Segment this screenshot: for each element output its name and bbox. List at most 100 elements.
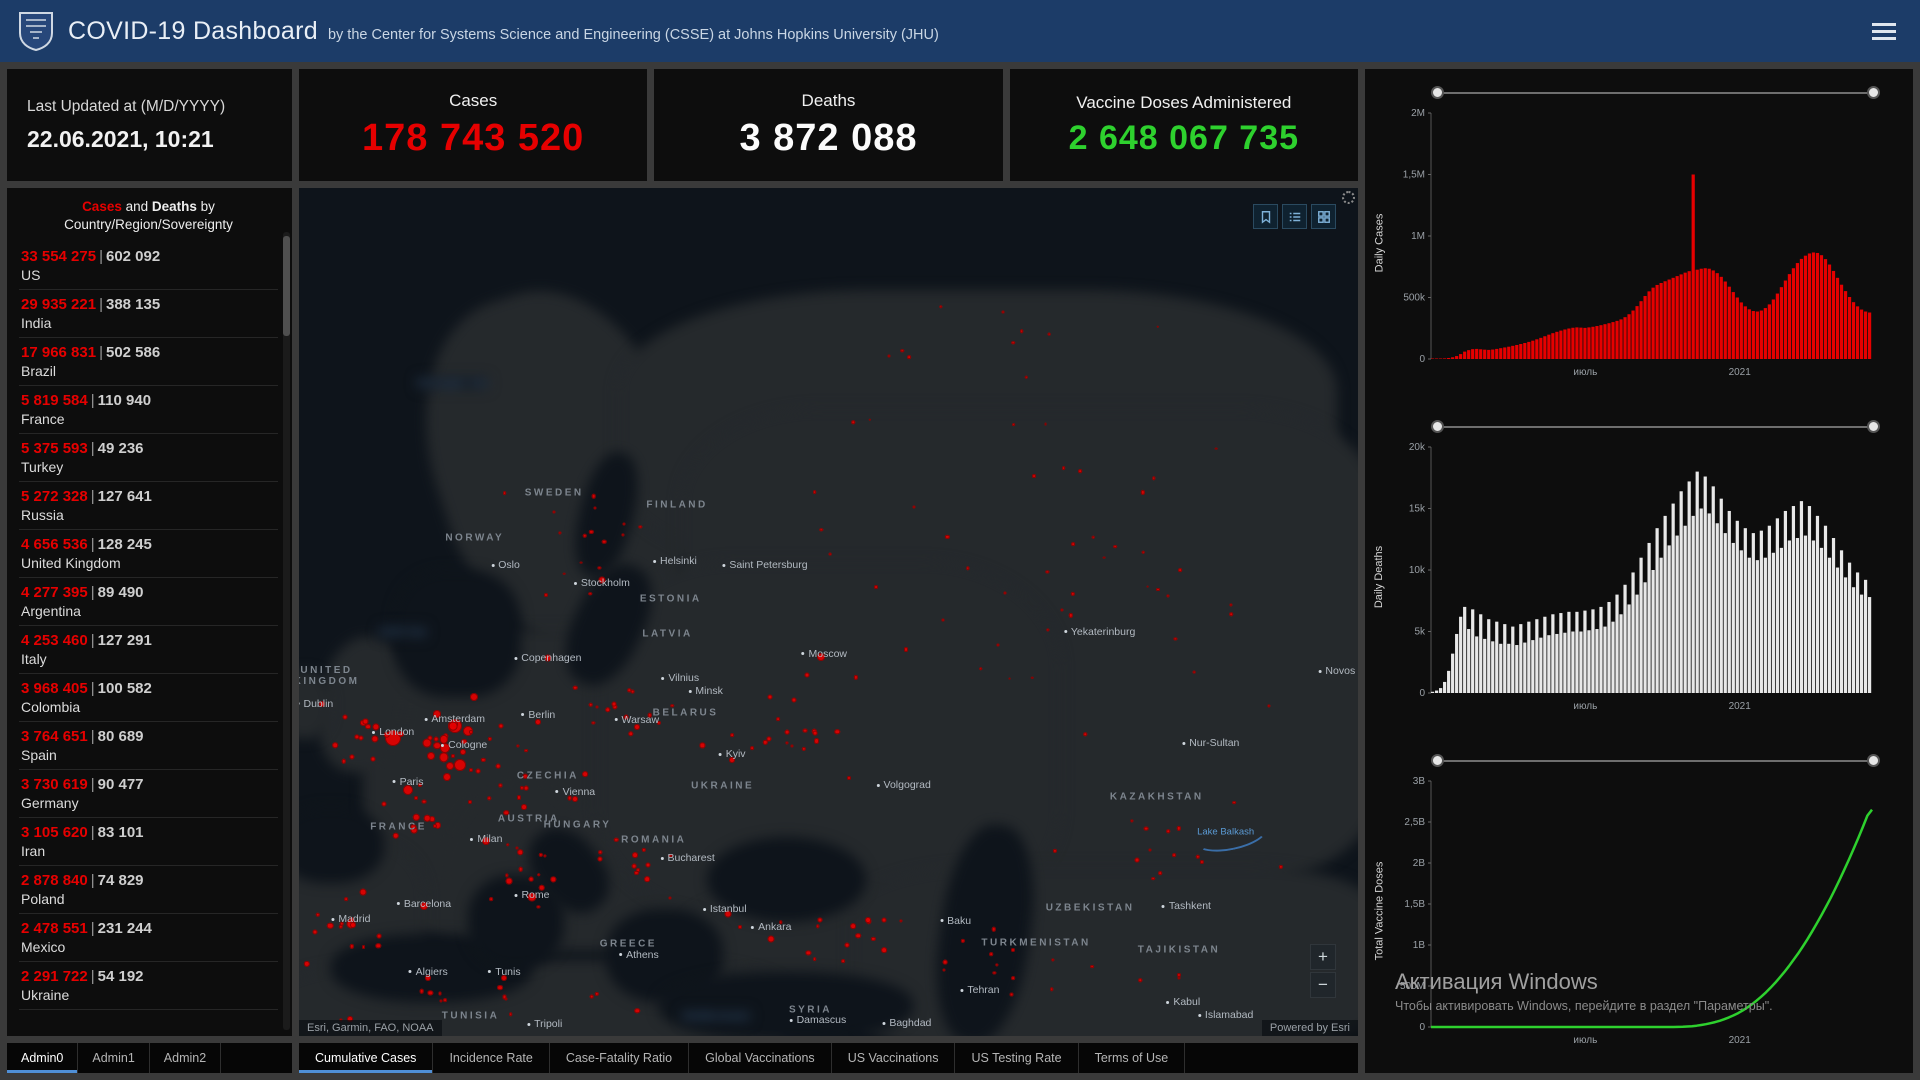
case-cluster-dot[interactable] [647,713,653,718]
case-cluster-dot[interactable] [453,758,466,771]
case-cluster-dot[interactable] [544,654,552,662]
case-cluster-dot[interactable] [417,783,422,788]
case-cluster-dot[interactable] [327,922,334,929]
bookmark-icon[interactable] [1253,204,1278,229]
case-cluster-dot[interactable] [1134,857,1140,863]
case-cluster-dot[interactable] [589,994,594,1000]
case-cluster-dot[interactable] [1060,607,1064,612]
case-cluster-dot[interactable] [341,758,347,764]
case-cluster-dot[interactable] [538,884,545,891]
sidebar-tab-admin1[interactable]: Admin1 [78,1043,150,1073]
case-cluster-dot[interactable] [630,689,635,694]
case-cluster-dot[interactable] [804,672,810,678]
case-cluster-dot[interactable] [438,991,442,995]
case-cluster-dot[interactable] [582,771,588,778]
case-cluster-dot[interactable] [828,552,832,556]
case-cluster-dot[interactable] [813,730,818,736]
case-cluster-dot[interactable] [1229,612,1233,617]
country-row-spain[interactable]: 3 764 651 | 80 689 Spain [19,722,278,771]
case-cluster-dot[interactable] [448,721,458,731]
case-cluster-dot[interactable] [516,744,520,748]
case-cluster-dot[interactable] [375,942,381,949]
case-cluster-dot[interactable] [443,997,448,1002]
case-cluster-dot[interactable] [942,959,948,965]
case-cluster-dot[interactable] [370,756,376,762]
case-cluster-dot[interactable] [802,728,808,734]
case-cluster-dot[interactable] [1031,473,1036,478]
case-cluster-dot[interactable] [1143,826,1149,832]
case-cluster-dot[interactable] [535,719,542,726]
case-cluster-dot[interactable] [588,702,594,708]
case-cluster-dot[interactable] [847,775,852,780]
case-cluster-dot[interactable] [992,971,996,975]
total-vaccine-doses-time-slider[interactable] [1431,751,1880,771]
case-cluster-dot[interactable] [1146,585,1150,589]
case-cluster-dot[interactable] [445,762,454,771]
country-row-ukraine[interactable]: 2 291 722 | 54 192 Ukraine [19,962,278,1011]
case-cluster-dot[interactable] [502,491,507,496]
case-cluster-dot[interactable] [1200,859,1205,864]
case-cluster-dot[interactable] [851,420,855,424]
case-cluster-dot[interactable] [1156,587,1161,592]
map-tab-cumulative-cases[interactable]: Cumulative Cases [299,1043,434,1073]
case-cluster-dot[interactable] [1232,800,1237,805]
case-cluster-dot[interactable] [1192,670,1196,674]
case-cluster-dot[interactable] [912,505,916,509]
case-cluster-dot[interactable] [1011,422,1016,427]
case-cluster-dot[interactable] [656,721,661,726]
case-cluster-dot[interactable] [1049,987,1054,991]
case-cluster-dot[interactable] [397,731,404,738]
case-cluster-dot[interactable] [791,696,797,703]
case-cluster-dot[interactable] [1011,976,1016,981]
case-cluster-dot[interactable] [381,801,387,807]
case-cluster-dot[interactable] [850,923,857,930]
case-cluster-dot[interactable] [941,618,945,622]
case-cluster-dot[interactable] [1089,964,1094,969]
case-cluster-dot[interactable] [1151,876,1156,881]
map-canvas[interactable]: Norwegian Sea North Sea Mediterranean Lake … [299,188,1358,1036]
case-cluster-dot[interactable] [593,506,597,510]
case-cluster-dot[interactable] [597,856,603,862]
case-cluster-dot[interactable] [767,694,773,700]
country-row-india[interactable]: 29 935 221 | 388 135 India [19,290,278,339]
case-cluster-dot[interactable] [641,847,646,852]
case-cluster-dot[interactable] [817,652,826,661]
case-cluster-dot[interactable] [1025,375,1028,379]
case-cluster-dot[interactable] [1166,594,1170,598]
case-cluster-dot[interactable] [505,843,510,847]
case-cluster-dot[interactable] [942,968,946,972]
case-cluster-dot[interactable] [668,853,672,858]
case-cluster-dot[interactable] [475,768,481,774]
case-cluster-dot[interactable] [965,566,970,570]
case-cluster-dot[interactable] [631,851,638,858]
case-cluster-dot[interactable] [1177,976,1181,980]
case-cluster-dot[interactable] [339,921,344,926]
case-cluster-dot[interactable] [729,733,734,738]
case-cluster-dot[interactable] [443,773,452,782]
daily-cases-slider-handle-left[interactable] [1431,86,1444,99]
case-cluster-dot[interactable] [1178,568,1183,573]
case-cluster-dot[interactable] [433,741,441,750]
sidebar-scrollbar-thumb[interactable] [283,236,290,336]
case-cluster-dot[interactable] [767,935,775,943]
case-cluster-dot[interactable] [1176,826,1181,831]
case-cluster-dot[interactable] [1130,819,1134,823]
case-cluster-dot[interactable] [552,510,556,514]
case-cluster-dot[interactable] [633,724,640,731]
case-cluster-dot[interactable] [573,685,578,691]
case-cluster-dot[interactable] [349,944,354,949]
case-cluster-dot[interactable] [459,748,466,756]
case-cluster-dot[interactable] [595,705,599,709]
case-cluster-dot[interactable] [611,701,617,707]
case-cluster-dot[interactable] [868,418,872,422]
map-tab-case-fatality-ratio[interactable]: Case-Fatality Ratio [550,1043,690,1073]
case-cluster-dot[interactable] [1113,544,1117,549]
case-cluster-dot[interactable] [579,561,583,564]
daily-cases-time-slider[interactable] [1431,83,1880,103]
country-row-colombia[interactable]: 3 968 405 | 100 582 Colombia [19,674,278,723]
country-row-italy[interactable]: 4 253 460 | 127 291 Italy [19,626,278,675]
case-cluster-dot[interactable] [438,999,443,1003]
total-vaccine-doses-slider-handle-right[interactable] [1867,754,1880,767]
case-cluster-dot[interactable] [776,717,781,721]
case-cluster-dot[interactable] [365,723,372,730]
